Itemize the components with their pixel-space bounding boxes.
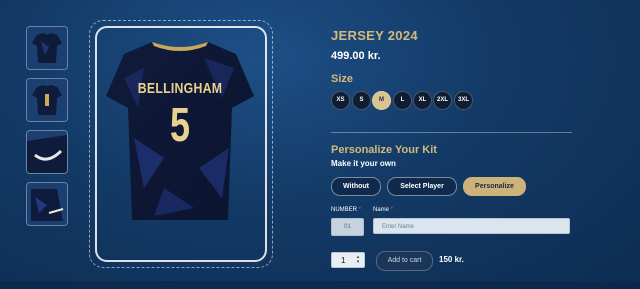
section-divider bbox=[331, 132, 572, 133]
personalize-subtitle: Make it your own bbox=[331, 159, 396, 168]
size-option-2xl[interactable]: 2XL bbox=[433, 91, 452, 110]
size-label: Size bbox=[331, 73, 354, 85]
name-input[interactable]: Enter Name bbox=[373, 218, 570, 234]
jersey-player-number: 5 bbox=[169, 99, 191, 152]
personalize-option-without[interactable]: Without bbox=[331, 177, 381, 196]
thumbnail-fabric[interactable] bbox=[26, 182, 68, 226]
name-label: Name * bbox=[373, 207, 393, 213]
product-title: JERSEY 2024 bbox=[331, 28, 418, 43]
cart-extra-price: 150 kr. bbox=[439, 255, 464, 264]
required-mark: * bbox=[358, 207, 362, 213]
size-option-3xl[interactable]: 3XL bbox=[454, 91, 473, 110]
quantity-stepper[interactable]: 1 ▴ ▾ bbox=[331, 252, 365, 268]
quantity-value: 1 bbox=[341, 256, 346, 265]
jersey-back-thumb-icon bbox=[27, 79, 67, 121]
size-option-l[interactable]: L bbox=[393, 91, 412, 110]
personalize-title: Personalize Your Kit bbox=[331, 144, 437, 156]
add-to-cart-button[interactable]: Add to cart bbox=[376, 251, 433, 271]
jersey-front-thumb-icon bbox=[27, 27, 67, 69]
thumbnail-collar[interactable] bbox=[26, 130, 68, 174]
number-label: NUMBER * bbox=[331, 207, 361, 213]
jersey-player-name: BELLINGHAM bbox=[137, 80, 223, 97]
number-label-text: NUMBER bbox=[331, 207, 358, 213]
thumbnail-front[interactable] bbox=[26, 26, 68, 70]
size-option-xs[interactable]: XS bbox=[331, 91, 350, 110]
stepper-arrows-icon[interactable]: ▴ ▾ bbox=[355, 255, 361, 266]
jersey-preview: BELLINGHAM 5 bbox=[104, 38, 256, 228]
thumbnail-back[interactable] bbox=[26, 78, 68, 122]
fabric-detail-thumb-icon bbox=[27, 183, 67, 225]
collar-detail-thumb-icon bbox=[27, 131, 67, 173]
size-option-m[interactable]: M bbox=[372, 91, 391, 110]
size-option-xl[interactable]: XL bbox=[413, 91, 432, 110]
bottom-bar bbox=[0, 281, 640, 289]
size-option-s[interactable]: S bbox=[352, 91, 371, 110]
name-label-text: Name bbox=[373, 207, 390, 213]
product-price: 499.00 kr. bbox=[331, 50, 381, 62]
number-input[interactable]: 01 bbox=[331, 218, 364, 236]
personalize-option-select-player[interactable]: Select Player bbox=[387, 177, 457, 196]
required-mark: * bbox=[390, 207, 394, 213]
personalize-option-personalize[interactable]: Personalize bbox=[463, 177, 526, 196]
